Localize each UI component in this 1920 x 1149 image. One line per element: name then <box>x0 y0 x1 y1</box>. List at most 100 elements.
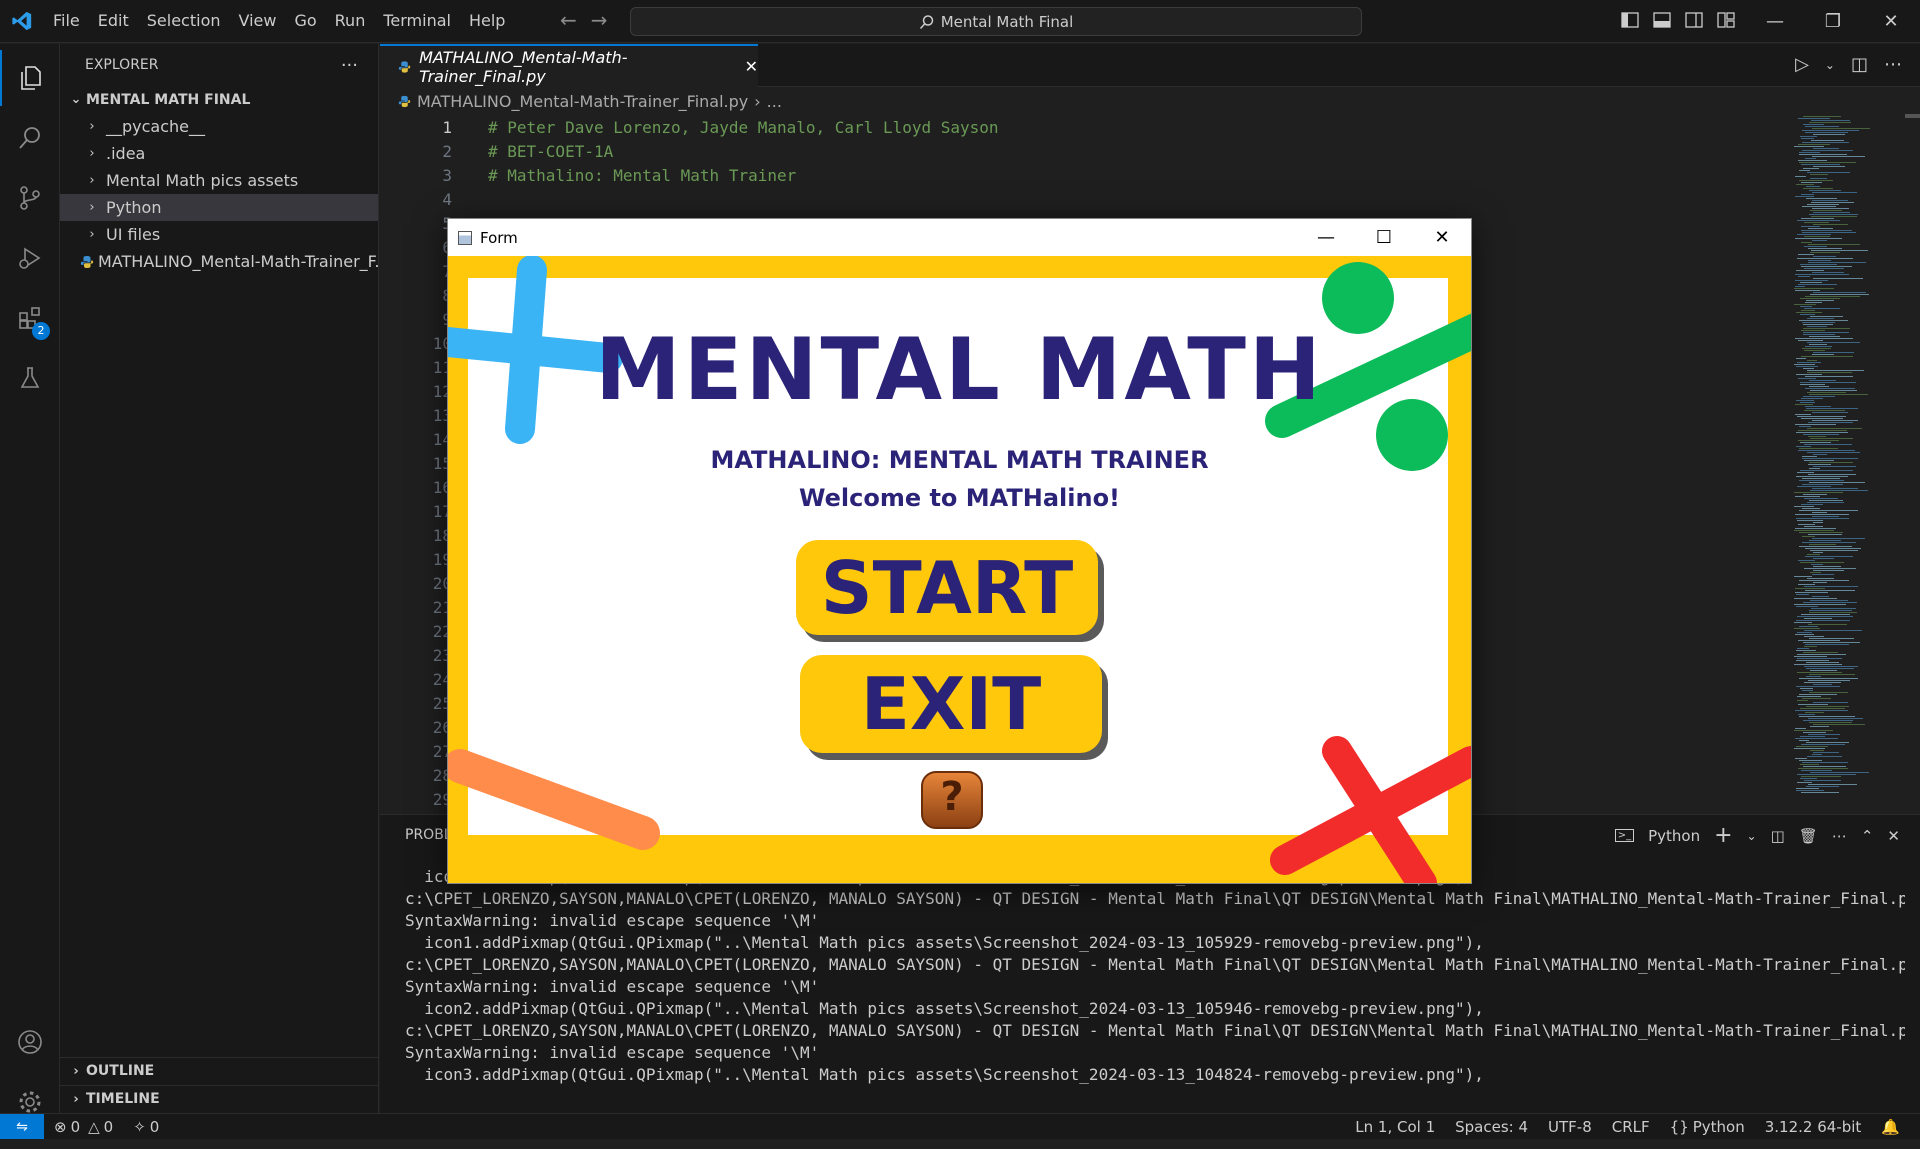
toggle-panel-icon[interactable] <box>1652 10 1672 30</box>
code-line[interactable]: 1 # Peter Dave Lorenzo, Jayde Manalo, Car… <box>380 118 998 142</box>
terminal-output[interactable]: icon.addPixmap(QtGui.QPixmap("..\Mental … <box>405 867 1905 1087</box>
customize-layout-icon[interactable] <box>1716 10 1736 30</box>
trash-icon[interactable]: 🗑 <box>1799 827 1818 845</box>
editor-actions: ▷ ⌄ ◫ ⋯ <box>1795 54 1902 75</box>
split-terminal-icon[interactable]: ◫ <box>1771 827 1785 845</box>
minimize-button[interactable]: — <box>1746 0 1804 43</box>
chevron-down-icon[interactable]: ⌄ <box>1747 829 1757 843</box>
file-label: MATHALINO_Mental-Math-Trainer_F... <box>98 252 378 271</box>
chevron-right-icon: › <box>89 119 95 134</box>
remote-indicator[interactable]: ⇋ <box>0 1113 44 1140</box>
form-canvas: MENTAL MATH MATHALINO: MENTAL MATH TRAIN… <box>448 256 1471 883</box>
search-view-icon[interactable] <box>0 110 60 166</box>
extensions-icon[interactable]: 2 <box>0 290 60 346</box>
code-text: # Mathalino: Mental Math Trainer <box>488 166 797 185</box>
line-number: 18 <box>432 526 452 545</box>
menu-edit[interactable]: Edit <box>89 7 138 35</box>
close-panel-icon[interactable]: ✕ <box>1887 827 1900 845</box>
menu-file[interactable]: File <box>44 7 89 35</box>
line-number: 12 <box>432 382 452 401</box>
file-mathalino-py[interactable]: MATHALINO_Mental-Math-Trainer_F... <box>60 248 378 275</box>
run-python-file-icon[interactable]: ▷ <box>1795 54 1809 75</box>
explorer-title: EXPLORER <box>85 57 159 73</box>
explorer-icon[interactable] <box>0 50 60 106</box>
folder-label: Mental Math pics assets <box>106 171 299 190</box>
menu-go[interactable]: Go <box>285 7 325 35</box>
indentation[interactable]: Spaces: 4 <box>1445 1118 1538 1136</box>
cursor-position[interactable]: Ln 1, Col 1 <box>1345 1118 1445 1136</box>
problems-status[interactable]: ⊗ 0 △ 0 <box>44 1118 123 1136</box>
minimap[interactable] <box>1790 114 1900 814</box>
more-actions-icon[interactable]: ⋯ <box>1832 827 1847 845</box>
form-title-bar: Form — ☐ ✕ <box>448 219 1471 256</box>
editor-tab-active[interactable]: MATHALINO_Mental-Math-Trainer_Final.py ✕ <box>380 44 758 87</box>
back-arrow-icon[interactable]: ← <box>560 8 577 32</box>
exit-button[interactable]: EXIT <box>800 655 1102 753</box>
folder-ui-files[interactable]: › UI files <box>60 221 378 248</box>
encoding[interactable]: UTF-8 <box>1538 1118 1602 1136</box>
menu-run[interactable]: Run <box>326 7 375 35</box>
testing-icon[interactable] <box>0 350 60 406</box>
close-window-button[interactable]: ✕ <box>1862 0 1920 43</box>
close-tab-icon[interactable]: ✕ <box>745 57 758 76</box>
run-and-debug-icon[interactable] <box>0 230 60 286</box>
timeline-section-header[interactable]: › TIMELINE <box>60 1085 379 1112</box>
maximize-panel-icon[interactable]: ⌃ <box>1861 827 1874 845</box>
code-line[interactable]: 2 # BET-COET-1A <box>380 142 613 166</box>
terminal-icon: >_ <box>1614 829 1635 842</box>
language-mode[interactable]: {} Python <box>1660 1118 1755 1136</box>
toggle-secondary-sidebar-icon[interactable] <box>1684 10 1704 30</box>
qt-form-window: Form — ☐ ✕ MENTAL MATH MATHALINO: MENTAL… <box>447 218 1472 884</box>
menu-terminal[interactable]: Terminal <box>374 7 460 35</box>
ports-status[interactable]: ✧ 0 <box>123 1118 169 1136</box>
line-number: 25 <box>432 694 452 713</box>
menu-help[interactable]: Help <box>460 7 514 35</box>
chevron-right-icon: › <box>754 91 761 111</box>
workspace-root[interactable]: ⌄ MENTAL MATH FINAL <box>60 86 378 113</box>
folder-idea[interactable]: › .idea <box>60 140 378 167</box>
code-line[interactable]: 3 # Mathalino: Mental Math Trainer <box>380 166 796 190</box>
notifications-bell-icon[interactable]: 🔔 <box>1871 1118 1910 1136</box>
timeline-label: TIMELINE <box>86 1091 160 1107</box>
scrollbar-thumb[interactable] <box>1905 114 1920 118</box>
more-actions-icon[interactable]: ··· <box>341 55 358 76</box>
python-file-icon <box>398 95 411 107</box>
app-subtitle: MATHALINO: MENTAL MATH TRAINER <box>710 446 1209 474</box>
chevron-right-icon: › <box>89 227 95 242</box>
end-of-line[interactable]: CRLF <box>1602 1118 1660 1136</box>
form-maximize-button[interactable]: ☐ <box>1355 219 1413 256</box>
folder-mental-math-pics-assets[interactable]: › Mental Math pics assets <box>60 167 378 194</box>
split-editor-icon[interactable]: ◫ <box>1851 54 1868 75</box>
source-control-icon[interactable] <box>0 170 60 226</box>
toggle-primary-sidebar-icon[interactable] <box>1620 10 1640 30</box>
forward-arrow-icon[interactable]: → <box>591 8 608 32</box>
restore-button[interactable]: ❐ <box>1804 0 1862 43</box>
breadcrumb: MATHALINO_Mental-Math-Trainer_Final.py ›… <box>380 88 1920 114</box>
more-actions-icon[interactable]: ⋯ <box>1884 54 1902 75</box>
folder-pycache[interactable]: › __pycache__ <box>60 113 378 140</box>
editor-scrollbar[interactable] <box>1905 114 1920 814</box>
menu-view[interactable]: View <box>230 7 286 35</box>
help-button[interactable]: ? <box>920 770 984 830</box>
form-minimize-button[interactable]: — <box>1297 219 1355 256</box>
terminal-name[interactable]: Python <box>1648 827 1700 845</box>
menu-selection[interactable]: Selection <box>138 7 230 35</box>
command-center-search[interactable]: Mental Math Final <box>630 7 1362 36</box>
start-button[interactable]: START <box>796 540 1098 635</box>
form-close-button[interactable]: ✕ <box>1413 219 1471 256</box>
folder-python[interactable]: › Python <box>60 194 378 221</box>
accounts-icon[interactable] <box>0 1014 60 1070</box>
code-line[interactable]: 4 <box>380 190 488 214</box>
outline-section-header[interactable]: › OUTLINE <box>60 1057 379 1084</box>
new-terminal-icon[interactable]: + <box>1714 823 1732 848</box>
chevron-right-icon: › <box>73 1091 79 1107</box>
error-count: 0 <box>70 1117 81 1136</box>
chevron-down-icon[interactable]: ⌄ <box>1825 58 1835 72</box>
python-interpreter[interactable]: 3.12.2 64-bit <box>1755 1118 1872 1136</box>
layout-controls <box>1620 10 1736 30</box>
breadcrumb-symbol[interactable]: ... <box>767 92 782 111</box>
window-controls: — ❐ ✕ <box>1746 0 1920 43</box>
breadcrumb-file[interactable]: MATHALINO_Mental-Math-Trainer_Final.py <box>417 92 748 111</box>
folder-label: .idea <box>106 144 146 163</box>
line-number: 9 <box>380 310 452 334</box>
